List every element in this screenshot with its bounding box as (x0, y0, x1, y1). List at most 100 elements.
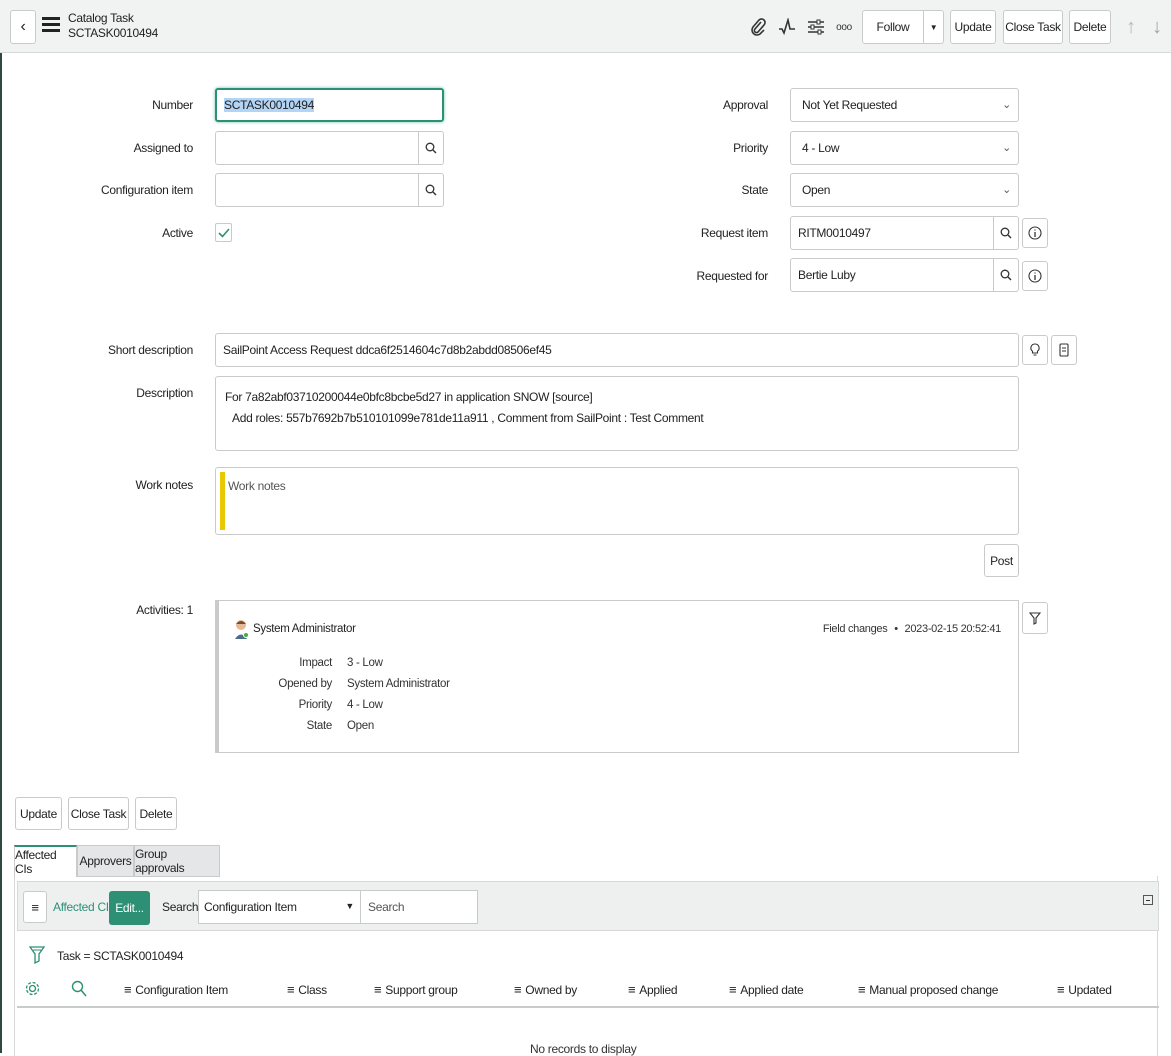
follow-dropdown-button[interactable]: ▼ (923, 10, 944, 44)
request-item-lookup-button[interactable] (993, 217, 1018, 249)
work-notes-indicator-bar (220, 472, 225, 530)
column-menu-icon[interactable]: ≡ (1057, 982, 1065, 997)
column-menu-icon[interactable]: ≡ (374, 982, 382, 997)
configuration-item-field[interactable] (215, 173, 444, 207)
description-textarea[interactable]: For 7a82abf03710200044e0bfc8bcbe5d27 in … (215, 376, 1019, 451)
active-checkbox[interactable] (215, 223, 232, 242)
column-header-applied[interactable]: ≡ Applied (628, 982, 678, 997)
search-field-select[interactable]: Configuration Item ▼ (198, 890, 361, 924)
assigned-to-lookup-button[interactable] (418, 132, 443, 164)
filter-funnel-icon[interactable] (28, 945, 46, 968)
delete-label: Delete (139, 806, 173, 821)
column-menu-icon[interactable]: ≡ (514, 982, 522, 997)
list-menu-button[interactable]: ≡ (23, 891, 47, 923)
short-description-field[interactable]: SailPoint Access Request ddca6f2514604c7… (215, 333, 1019, 367)
assigned-to-field[interactable] (215, 131, 444, 165)
configuration-item-lookup-button[interactable] (418, 174, 443, 206)
header-close-task-button[interactable]: Close Task (1003, 10, 1063, 44)
search-icon (425, 184, 437, 196)
priority-select[interactable]: 4 - Low ⌄ (790, 131, 1019, 165)
approval-label: Approval (723, 98, 768, 112)
more-options-icon[interactable]: ooo (830, 10, 858, 44)
change-label-impact: Impact (299, 657, 332, 669)
column-menu-icon[interactable]: ≡ (729, 982, 737, 997)
column-header-applied-date[interactable]: ≡ Applied date (729, 982, 804, 997)
checkmark-icon (217, 227, 230, 238)
list-search-icon[interactable] (71, 980, 87, 1000)
request-item-field[interactable]: RITM0010497 (790, 216, 1019, 250)
list-title[interactable]: Affected CIs (53, 900, 115, 914)
requested-for-info-button[interactable] (1022, 261, 1048, 291)
column-header-owned-by[interactable]: ≡ Owned by (514, 982, 577, 997)
approval-value: Not Yet Requested (802, 98, 897, 112)
collapse-icon[interactable] (1143, 895, 1153, 905)
number-value: SCTASK0010494 (224, 98, 314, 112)
next-record-arrow-icon[interactable]: ↓ (1143, 10, 1171, 44)
state-label: State (741, 183, 768, 197)
bottom-close-task-button[interactable]: Close Task (68, 797, 129, 830)
request-item-label: Request item (700, 226, 768, 240)
header-delete-button[interactable]: Delete (1069, 10, 1111, 44)
column-label: Applied (639, 982, 678, 997)
search-placeholder: Search (368, 900, 405, 914)
tab-affected-cis[interactable]: Affected CIs (14, 845, 77, 877)
chevron-down-icon: ⌄ (1002, 184, 1011, 196)
priority-label: Priority (733, 141, 768, 155)
state-value: Open (802, 183, 831, 197)
tab-group-approvals[interactable]: Group approvals (134, 845, 220, 877)
column-menu-icon[interactable]: ≡ (628, 982, 636, 997)
approval-select[interactable]: Not Yet Requested ⌄ (790, 88, 1019, 122)
bottom-update-button[interactable]: Update (15, 797, 62, 830)
list-settings-gear-icon[interactable] (24, 980, 41, 1000)
attachment-icon[interactable] (744, 10, 772, 44)
requested-for-field[interactable]: Bertie Luby (790, 258, 1019, 292)
follow-button[interactable]: Follow (862, 10, 924, 44)
requested-for-lookup-button[interactable] (993, 259, 1018, 291)
change-label-opened-by: Opened by (278, 678, 332, 690)
description-label: Description (136, 386, 193, 400)
column-menu-icon[interactable]: ≡ (858, 982, 866, 997)
priority-value: 4 - Low (802, 141, 840, 155)
tab-approvers[interactable]: Approvers (77, 845, 134, 877)
active-label: Active (162, 226, 193, 240)
follow-label: Follow (876, 20, 910, 34)
request-item-value: RITM0010497 (798, 226, 871, 240)
left-edge-bar (0, 0, 2, 1053)
search-input[interactable]: Search (360, 890, 478, 924)
bottom-delete-button[interactable]: Delete (135, 797, 177, 830)
filter-breadcrumb[interactable]: Task = SCTASK0010494 (57, 949, 184, 963)
state-select[interactable]: Open ⌄ (790, 173, 1019, 207)
avatar (233, 618, 249, 640)
column-label: Support group (385, 982, 458, 997)
personalize-form-icon[interactable] (802, 10, 830, 44)
work-notes-textarea[interactable]: Work notes (215, 467, 1019, 535)
edit-button[interactable]: Edit... (109, 891, 150, 925)
request-item-info-button[interactable] (1022, 218, 1048, 248)
knowledge-search-button[interactable] (1051, 335, 1077, 365)
activity-filter-button[interactable] (1022, 602, 1048, 634)
number-field[interactable]: SCTASK0010494 (215, 88, 444, 122)
column-header-manual-proposed-change[interactable]: ≡ Manual proposed change (858, 982, 998, 997)
column-header-configuration-item[interactable]: ≡ Configuration Item (124, 982, 228, 997)
suggestion-button[interactable] (1022, 335, 1048, 365)
configuration-item-label: Configuration item (101, 183, 193, 197)
change-value-opened-by: System Administrator (347, 678, 450, 690)
column-header-support-group[interactable]: ≡ Support group (374, 982, 458, 997)
activities-label: Activities: 1 (136, 603, 193, 617)
search-field-value: Configuration Item (204, 900, 297, 914)
previous-record-arrow-icon[interactable]: ↑ (1117, 10, 1145, 44)
info-icon (1028, 226, 1042, 240)
column-menu-icon[interactable]: ≡ (124, 982, 132, 997)
column-menu-icon[interactable]: ≡ (287, 982, 295, 997)
book-icon (1059, 343, 1069, 357)
column-header-class[interactable]: ≡ Class (287, 982, 327, 997)
activity-stream-icon[interactable] (773, 10, 801, 44)
column-header-updated[interactable]: ≡ Updated (1057, 982, 1112, 997)
tab-label: Approvers (79, 854, 132, 868)
header-update-button[interactable]: Update (950, 10, 996, 44)
post-button[interactable]: Post (984, 544, 1019, 577)
context-menu-icon[interactable] (42, 15, 60, 35)
lightbulb-icon (1030, 343, 1040, 356)
activity-user[interactable]: System Administrator (253, 623, 356, 635)
back-button[interactable]: ‹ (10, 10, 36, 44)
